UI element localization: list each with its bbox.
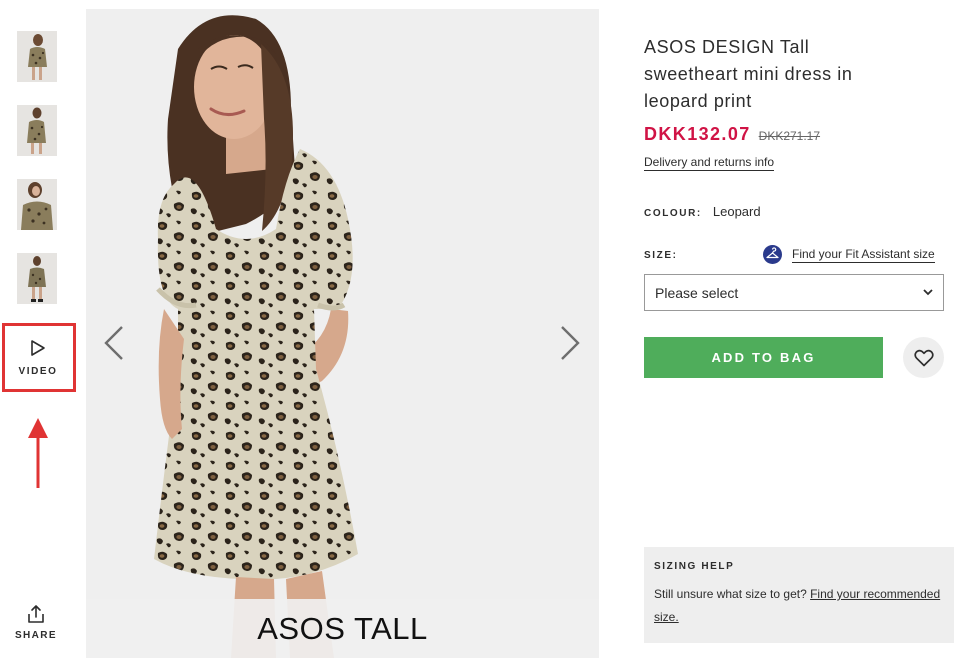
colour-value: Leopard <box>712 204 761 219</box>
brand-banner-text: ASOS TALL <box>257 610 428 646</box>
size-select[interactable]: Please select <box>644 274 944 311</box>
fit-assistant-label[interactable]: Find your Fit Assistant size <box>792 247 935 263</box>
size-select-value: Please select <box>655 284 739 301</box>
play-icon <box>31 340 45 356</box>
heart-icon <box>913 349 934 366</box>
brand-banner: ASOS TALL <box>86 599 599 658</box>
thumbnail-3[interactable] <box>17 179 57 230</box>
sizing-help-heading: SIZING HELP <box>654 561 735 572</box>
thumbnail-1[interactable] <box>17 31 57 82</box>
add-to-bag-button[interactable]: ADD TO BAG <box>644 337 883 378</box>
current-price: DKK132.07 <box>644 124 751 144</box>
hanger-icon <box>763 245 782 264</box>
add-to-bag-label: ADD TO BAG <box>711 350 816 365</box>
colour-row: COLOUR: Leopard <box>644 204 761 219</box>
thumbnail-4[interactable] <box>17 253 57 304</box>
sizing-help-body: Still unsure what size to get? Find your… <box>654 583 944 629</box>
share-label: SHARE <box>14 630 57 641</box>
thumbnail-1-image <box>17 31 57 82</box>
share-icon <box>28 605 44 623</box>
thumbnail-2-image <box>17 105 57 156</box>
fit-assistant-link[interactable]: Find your Fit Assistant size <box>763 245 935 264</box>
main-product-image[interactable]: ASOS TALL <box>86 9 599 658</box>
save-for-later-button[interactable] <box>903 337 944 378</box>
price-row: DKK132.07 DKK271.17 <box>644 124 820 145</box>
product-photo <box>86 9 599 658</box>
share-button[interactable]: SHARE <box>10 604 62 648</box>
product-title: ASOS DESIGN Tall sweetheart mini dress i… <box>644 37 853 111</box>
video-button[interactable]: VIDEO <box>5 326 71 388</box>
thumbnail-4-image <box>17 253 57 304</box>
chevron-left-icon[interactable] <box>102 325 126 361</box>
chevron-right-icon[interactable] <box>558 325 582 361</box>
thumbnail-2[interactable] <box>17 105 57 156</box>
delivery-returns-link[interactable]: Delivery and returns info <box>644 155 775 171</box>
size-label: SIZE: <box>644 250 678 261</box>
colour-label: COLOUR: <box>644 208 702 219</box>
sizing-help-text: Still unsure what size to get? <box>654 587 807 601</box>
thumbnail-3-image <box>17 179 57 230</box>
red-arrow-annotation <box>28 418 48 488</box>
video-label: VIDEO <box>18 366 58 377</box>
chevron-down-icon <box>923 289 933 296</box>
sizing-help-panel: SIZING HELP Still unsure what size to ge… <box>644 547 954 643</box>
previous-price: DKK271.17 <box>758 129 821 143</box>
